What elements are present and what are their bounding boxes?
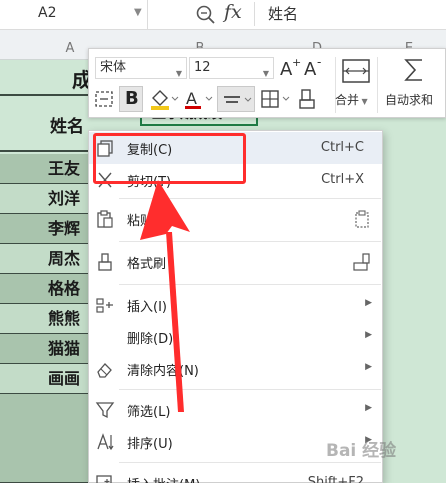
menu-item-label: 筛选(L) bbox=[127, 405, 171, 420]
menu-item-filter[interactable]: 筛选(L) ▶ bbox=[89, 394, 382, 426]
increase-font-icon[interactable]: A + bbox=[279, 55, 301, 79]
bold-icon: B bbox=[125, 88, 139, 109]
menu-item-delete[interactable]: 删除(D) ▶ bbox=[89, 321, 382, 353]
divider bbox=[254, 2, 255, 26]
font-size-value: 12 bbox=[194, 60, 211, 75]
svg-text:-: - bbox=[317, 55, 321, 69]
menu-divider bbox=[119, 284, 381, 285]
align-center-icon bbox=[224, 96, 252, 103]
table-row[interactable]: 李辉 bbox=[0, 214, 90, 244]
menu-item-label: 插入(I) bbox=[127, 300, 167, 315]
menu-item-clear[interactable]: 清除内容(N) ▶ bbox=[89, 353, 382, 385]
menu-item-label: 清除内容(N) bbox=[127, 364, 199, 379]
menu-item-insert-comment[interactable]: 插入批注(M) Shift+F2 bbox=[89, 467, 382, 483]
chevron-right-icon: ▶ bbox=[365, 403, 372, 413]
font-size-select[interactable]: 12 ▼ bbox=[189, 57, 274, 79]
table-row[interactable]: 王友 bbox=[0, 154, 90, 184]
eraser-icon bbox=[97, 363, 112, 378]
svg-text:+: + bbox=[292, 56, 301, 69]
shortcut-text: Shift+F2 bbox=[307, 475, 364, 483]
watermark: Bai 经验 bbox=[326, 441, 397, 461]
formula-input[interactable]: 姓名 bbox=[268, 3, 298, 24]
comment-icon bbox=[96, 475, 112, 483]
header-name-cell[interactable]: 姓名 bbox=[50, 112, 84, 137]
menu-item-format-painter[interactable]: 格式刷 bbox=[89, 246, 382, 278]
divider bbox=[377, 57, 378, 113]
menu-divider bbox=[119, 462, 381, 463]
table-row[interactable]: 猫猫 bbox=[0, 334, 90, 364]
align-button[interactable] bbox=[217, 86, 255, 112]
chevron-right-icon: ▶ bbox=[365, 298, 372, 308]
fill-color-icon[interactable] bbox=[149, 87, 179, 111]
paste-icon bbox=[97, 210, 113, 228]
table-row[interactable]: 熊熊 bbox=[0, 304, 90, 334]
paste-options-icon[interactable] bbox=[352, 209, 372, 229]
zoom-icon[interactable] bbox=[194, 2, 216, 26]
highlight-box bbox=[93, 133, 246, 184]
shortcut-text: Ctrl+C bbox=[320, 140, 364, 155]
shortcut-text: Ctrl+X bbox=[321, 172, 364, 187]
chevron-down-icon: ▼ bbox=[175, 69, 182, 78]
table-row[interactable]: 画画 bbox=[0, 364, 90, 394]
decrease-font-icon[interactable]: A - bbox=[303, 55, 325, 79]
menu-item-label: 排序(U) bbox=[127, 437, 173, 452]
chevron-down-icon[interactable]: ▼ bbox=[134, 7, 142, 18]
menu-item-label: 格式刷 bbox=[127, 257, 167, 272]
svg-text:A: A bbox=[186, 89, 197, 108]
name-box[interactable]: A2 ▼ bbox=[0, 0, 148, 30]
menu-item-label: 删除(D) bbox=[127, 332, 174, 347]
menu-divider bbox=[119, 198, 381, 199]
menu-item-label: 插入批注(M) bbox=[127, 474, 200, 483]
menu-divider bbox=[119, 241, 381, 242]
fx-icon[interactable]: fx bbox=[224, 1, 242, 23]
chevron-right-icon: ▶ bbox=[365, 330, 372, 340]
format-icon[interactable] bbox=[93, 87, 115, 111]
merge-label-text: 合并 bbox=[335, 93, 360, 107]
font-name-value: 宋体 bbox=[100, 60, 127, 75]
brush-icon[interactable] bbox=[352, 252, 372, 272]
table-row[interactable]: 刘洋 bbox=[0, 184, 90, 214]
autosum-label[interactable]: 自动求和 bbox=[385, 91, 433, 108]
font-color-icon[interactable]: A bbox=[183, 87, 213, 111]
formula-bar: A2 ▼ fx 姓名 bbox=[0, 0, 446, 30]
empty-cell[interactable] bbox=[0, 394, 90, 483]
format-painter-icon bbox=[98, 253, 112, 271]
table-row[interactable]: 周杰 bbox=[0, 244, 90, 274]
border-icon[interactable] bbox=[259, 87, 293, 111]
menu-item-paste[interactable]: 粘贴(P) bbox=[89, 203, 382, 235]
menu-divider bbox=[119, 389, 381, 390]
format-painter-icon[interactable] bbox=[297, 87, 321, 111]
table-row[interactable]: 格格 bbox=[0, 274, 90, 304]
filter-icon bbox=[95, 402, 115, 419]
menu-item-insert[interactable]: 插入(I) ▶ bbox=[89, 289, 382, 321]
sort-icon bbox=[97, 433, 114, 451]
merge-cells-icon[interactable] bbox=[341, 57, 371, 85]
font-name-select[interactable]: 宋体 ▼ bbox=[95, 57, 187, 79]
bold-button[interactable]: B bbox=[119, 86, 143, 112]
sigma-icon[interactable] bbox=[401, 55, 427, 85]
svg-text:A: A bbox=[304, 59, 317, 79]
chevron-right-icon: ▶ bbox=[365, 362, 372, 372]
insert-icon bbox=[96, 298, 113, 313]
merge-label[interactable]: 合并 ▼ bbox=[335, 91, 368, 108]
menu-item-label: 粘贴(P) bbox=[127, 214, 171, 229]
mini-toolbar: 宋体 ▼ 12 ▼ A + A - B A 合并 ▼ 自动求和 bbox=[88, 48, 446, 118]
cell-reference: A2 bbox=[38, 5, 57, 21]
chevron-down-icon: ▼ bbox=[262, 69, 269, 78]
